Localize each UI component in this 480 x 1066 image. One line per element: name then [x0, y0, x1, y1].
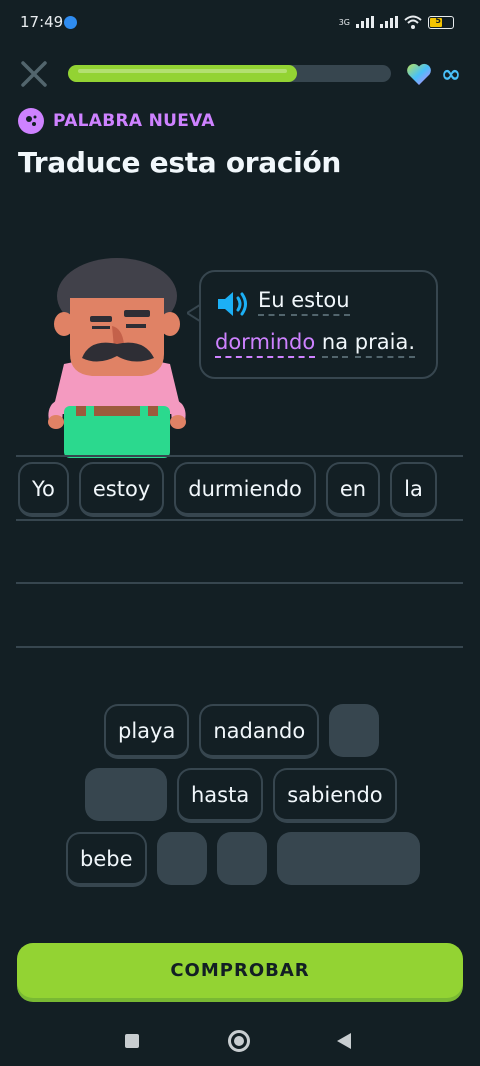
answer-tile[interactable]: Yo	[18, 462, 69, 517]
page-title: Traduce esta oración	[18, 146, 342, 179]
word-bank-empty-slot	[156, 832, 207, 885]
speech-bubble: Eu estou dormindo na praia.	[199, 270, 438, 379]
word-bank-tile[interactable]: playa	[104, 704, 190, 759]
word-bank-row-1: playa nadando	[104, 704, 380, 759]
close-icon	[21, 61, 47, 87]
prompt-word[interactable]: praia.	[354, 330, 416, 358]
network-type: 3G	[338, 17, 350, 27]
prompt-new-word[interactable]: dormindo	[215, 330, 316, 358]
nav-back-icon[interactable]	[336, 1032, 352, 1050]
speaker-icon	[218, 292, 247, 316]
battery-icon: 51	[428, 15, 454, 29]
signal-icon-2	[380, 16, 398, 28]
prompt-line-2: dormindo na praia.	[215, 330, 416, 358]
word-bank-tile[interactable]: nadando	[199, 704, 320, 759]
answer-line-1	[16, 455, 463, 457]
word-bank-empty-slot	[216, 832, 267, 885]
nav-recents-icon[interactable]	[125, 1034, 139, 1048]
prompt-word[interactable]: estou	[291, 288, 350, 316]
word-bank-tile[interactable]: hasta	[177, 768, 264, 823]
status-bar: 17:49 3G 51	[0, 0, 480, 44]
character-illustration	[48, 258, 186, 458]
infinity-icon: ∞	[441, 60, 461, 88]
answer-line-2	[16, 519, 463, 521]
battery-level: 51	[435, 15, 447, 25]
lesson-progress-fill	[68, 65, 298, 82]
new-word-badge: PALABRA NUEVA	[18, 108, 215, 134]
word-bank-empty-slot	[85, 768, 167, 821]
prompt-line-1: Eu estou	[258, 288, 350, 316]
word-bank-empty-slot	[329, 704, 380, 757]
answer-tile[interactable]: la	[390, 462, 437, 517]
answer-line-4	[16, 646, 463, 648]
new-word-label: PALABRA NUEVA	[53, 111, 215, 131]
wifi-icon	[404, 15, 422, 29]
word-bank-tile[interactable]: sabiendo	[273, 768, 397, 823]
answer-tile[interactable]: durmiendo	[174, 462, 316, 517]
prompt-word[interactable]: na	[321, 330, 349, 358]
lesson-progress-bar	[68, 65, 391, 82]
heart-icon	[407, 63, 431, 85]
new-word-icon	[18, 108, 44, 134]
speaker-button[interactable]	[215, 289, 251, 319]
check-button[interactable]: COMPROBAR	[17, 943, 463, 998]
word-bank-row-2: hasta sabiendo	[85, 768, 397, 823]
word-bank-row-3: bebe	[66, 832, 420, 887]
answer-line-3	[16, 582, 463, 584]
nav-home-icon[interactable]	[228, 1030, 250, 1052]
prompt-word[interactable]: Eu	[258, 288, 285, 316]
close-button[interactable]	[20, 60, 48, 88]
signal-icon	[356, 16, 374, 28]
notification-icon	[64, 16, 77, 29]
answer-tile[interactable]: en	[325, 462, 381, 517]
answer-area: Yo estoy durmiendo en la	[18, 462, 437, 517]
word-bank-tile[interactable]: bebe	[66, 832, 147, 887]
answer-tile[interactable]: estoy	[78, 462, 165, 517]
status-time: 17:49	[20, 13, 64, 31]
word-bank-empty-slot	[276, 832, 420, 885]
status-icons: 3G 51	[339, 12, 454, 32]
